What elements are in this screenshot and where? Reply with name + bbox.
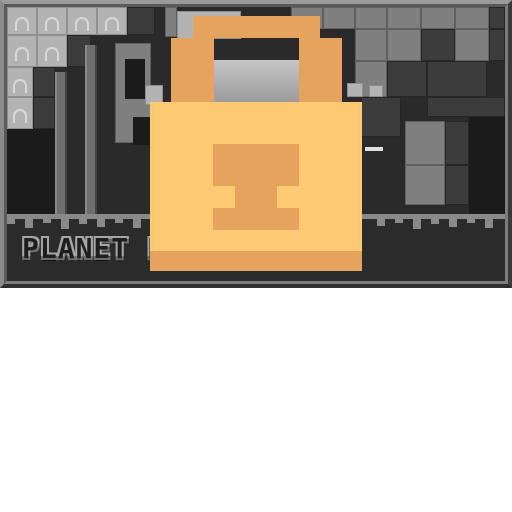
grass [395, 214, 403, 223]
wall-tile [361, 97, 401, 137]
page-root: PLANET F [0, 0, 512, 512]
lock-base [150, 251, 362, 271]
level-title: PLANET F [22, 232, 165, 265]
pillar [55, 72, 67, 214]
grass [431, 214, 439, 224]
wall-tile [421, 7, 455, 29]
wall-tile [455, 7, 489, 29]
lock-shackle-gap [214, 60, 299, 102]
wall-tile [489, 29, 505, 61]
keyhole [235, 186, 277, 208]
wall-tile [421, 29, 455, 61]
grass [449, 214, 457, 227]
arch-decoration [45, 47, 59, 61]
wall-tile [405, 121, 445, 165]
wall-tile [387, 61, 427, 97]
wall-tile [489, 7, 505, 29]
machine-block [369, 85, 383, 97]
grass [25, 214, 33, 228]
arch-decoration [13, 109, 27, 123]
arch-decoration [45, 17, 59, 31]
arch-decoration [15, 47, 29, 61]
keyhole [213, 208, 299, 230]
grass [61, 214, 69, 229]
grass [467, 214, 475, 223]
wall-tile [427, 97, 505, 117]
lock-shackle [299, 38, 342, 102]
grass [97, 214, 105, 227]
grass [377, 214, 385, 226]
wall-tile [455, 29, 489, 61]
machine-block [125, 59, 145, 99]
ledge [365, 147, 383, 151]
grass [79, 214, 87, 224]
lock-shackle [193, 16, 320, 38]
grass [485, 214, 493, 228]
grass [413, 214, 421, 229]
arch-decoration [15, 17, 29, 31]
keyhole [213, 144, 299, 186]
wall-tile [33, 97, 55, 129]
wall-tile [7, 129, 55, 214]
arch-decoration [75, 17, 89, 31]
grass [115, 214, 123, 223]
wall-tile [387, 7, 421, 29]
wall-tile [469, 117, 505, 214]
wall-tile [405, 165, 445, 205]
grass [133, 214, 141, 228]
wall-tile [387, 29, 421, 61]
lock-shackle [171, 38, 214, 102]
grass [43, 214, 51, 223]
wall-tile [445, 165, 469, 205]
arch-decoration [13, 79, 27, 93]
pillar [85, 45, 97, 214]
wall-tile [445, 121, 469, 165]
arch-decoration [105, 17, 119, 31]
grass [7, 214, 15, 224]
wall-tile [427, 61, 487, 97]
wall-tile [33, 67, 55, 97]
padlock-icon [150, 16, 362, 271]
